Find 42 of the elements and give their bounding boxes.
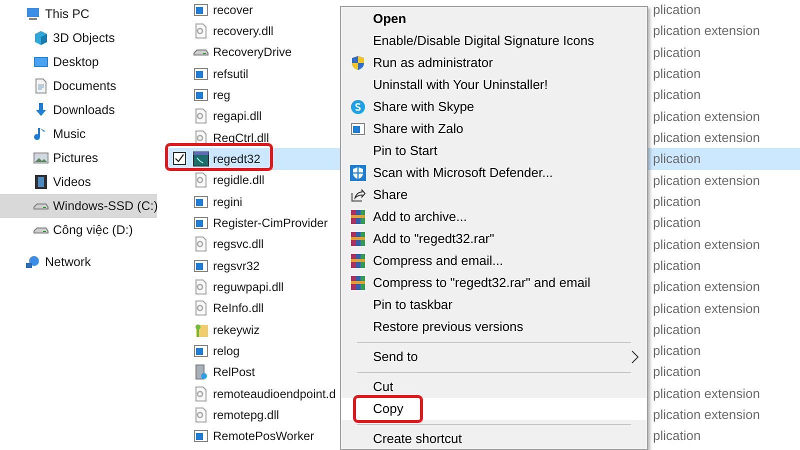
file-type: plication xyxy=(653,192,701,211)
file-name: regsvr32 xyxy=(213,258,261,275)
file-type: plication xyxy=(653,363,701,382)
file-type: plication extension xyxy=(653,384,760,403)
file-type: plication xyxy=(653,427,701,446)
file-type: plication extension xyxy=(653,300,760,318)
file-type: plication extension xyxy=(653,108,760,126)
file-type: plication xyxy=(653,320,701,339)
file-type: plication extension xyxy=(653,22,760,40)
file-name: Register-CimProvider xyxy=(213,214,329,232)
file-type: plication xyxy=(653,64,701,83)
file-name: remoteaudioendpoint.d xyxy=(213,386,337,403)
file-type: plication xyxy=(653,342,701,360)
file-type: plication extension xyxy=(653,236,760,254)
file-type: plication extension xyxy=(653,278,760,296)
file-type: plication xyxy=(653,256,701,275)
file-name: recover xyxy=(213,2,254,19)
file-name: regsvc.dll xyxy=(213,236,265,254)
file-name: RemotePosWorker xyxy=(213,428,316,446)
file-type: plication xyxy=(653,0,701,19)
file-name: remotepg.dll xyxy=(213,406,280,424)
file-name: relog xyxy=(213,342,241,360)
file-type: plication xyxy=(653,214,701,232)
file-type: plication xyxy=(653,150,701,168)
file-name: regidle.dll xyxy=(213,172,266,190)
file-name: RelPost xyxy=(213,364,256,382)
file-type: plication extension xyxy=(653,172,760,190)
file-name: refsutil xyxy=(213,66,250,83)
file-type: plication xyxy=(653,44,701,62)
file-name: regini xyxy=(213,194,244,211)
file-name: regedt32 xyxy=(213,150,262,168)
file-name: RecoveryDrive xyxy=(213,44,293,62)
file-type: plication extension xyxy=(653,406,760,424)
file-type: plication xyxy=(653,86,701,104)
file-name: ReInfo.dll xyxy=(213,300,265,318)
file-name: RegCtrl.dll xyxy=(213,130,270,147)
file-name: reguwpapi.dll xyxy=(213,278,285,296)
file-name: reg xyxy=(213,86,232,104)
file-name: rekeywiz xyxy=(213,322,261,339)
file-name: regapi.dll xyxy=(213,108,263,126)
file-type: plication extension xyxy=(653,128,760,147)
file-name: recovery.dll xyxy=(213,22,274,40)
